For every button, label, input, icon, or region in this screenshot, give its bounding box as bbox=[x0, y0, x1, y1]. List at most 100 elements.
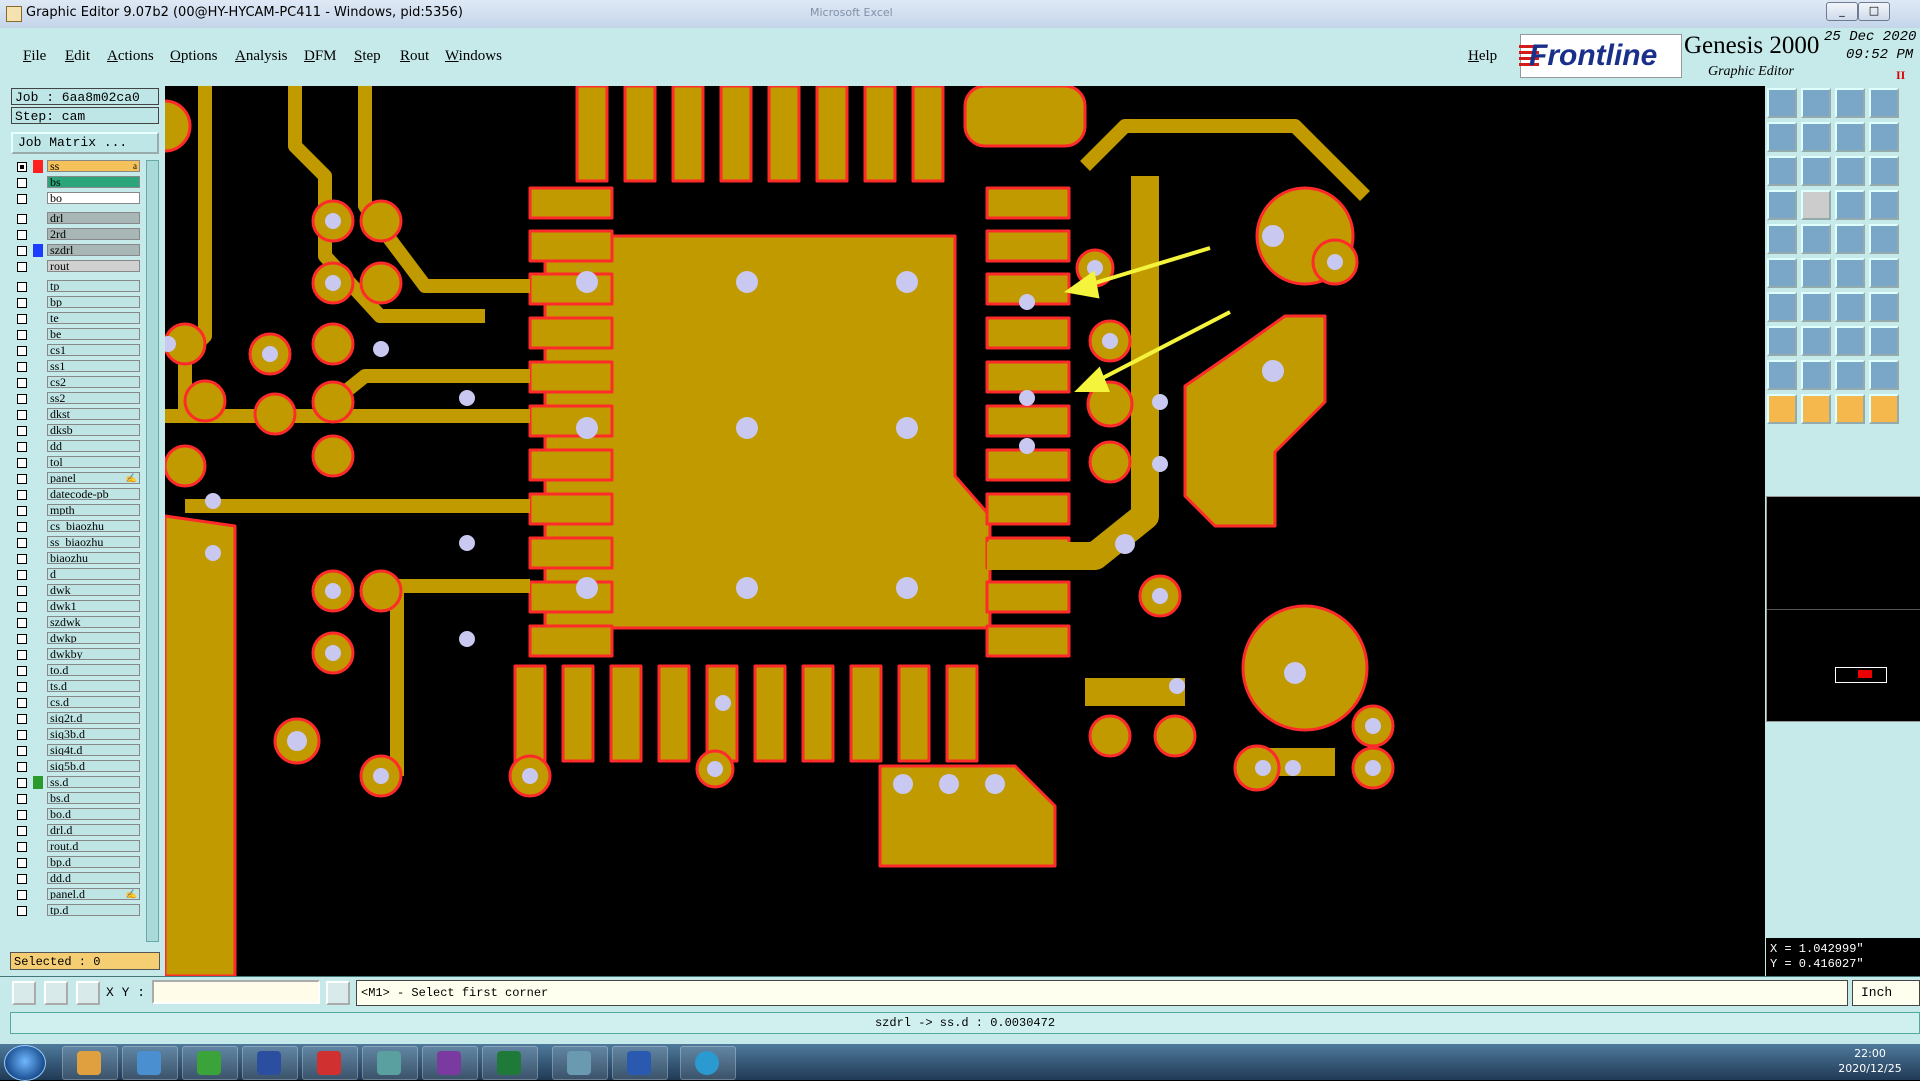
layer-row[interactable]: siq4t.d bbox=[11, 744, 140, 757]
layer-row[interactable]: panel ✍ bbox=[11, 472, 140, 485]
taskbar-app-red[interactable] bbox=[302, 1046, 358, 1080]
tool-node-icon[interactable] bbox=[1767, 258, 1797, 288]
layer-row[interactable]: dd.d bbox=[11, 872, 140, 885]
layer-row[interactable]: cs1 bbox=[11, 344, 140, 357]
layer-checkbox[interactable] bbox=[17, 618, 27, 628]
tool-netlist-icon[interactable] bbox=[1835, 190, 1865, 220]
layer-name[interactable]: ss.d bbox=[47, 776, 140, 788]
layer-name[interactable]: 2rd bbox=[47, 228, 140, 240]
tool-line-icon[interactable] bbox=[1835, 224, 1865, 254]
pcb-drawing[interactable] bbox=[165, 86, 1765, 976]
tool-page-icon[interactable] bbox=[1869, 88, 1899, 118]
layer-name[interactable]: rout bbox=[47, 260, 140, 272]
layer-checkbox[interactable] bbox=[17, 794, 27, 804]
taskbar-app-x[interactable] bbox=[422, 1046, 478, 1080]
layer-checkbox[interactable] bbox=[17, 586, 27, 596]
tool-triangle-alt-icon[interactable] bbox=[1835, 360, 1865, 390]
layer-name[interactable]: bp bbox=[47, 296, 140, 308]
taskbar-app-save[interactable] bbox=[242, 1046, 298, 1080]
layer-name[interactable]: siq3b.d bbox=[47, 728, 140, 740]
layer-name[interactable]: bp.d bbox=[47, 856, 140, 868]
layer-row[interactable]: tp.d bbox=[11, 904, 140, 917]
layer-row[interactable]: cs.d bbox=[11, 696, 140, 709]
layer-name[interactable]: ts.d bbox=[47, 680, 140, 692]
layer-checkbox[interactable] bbox=[17, 906, 27, 916]
layer-row[interactable]: drl bbox=[11, 212, 140, 225]
tool-align-icon[interactable] bbox=[1869, 292, 1899, 322]
tool-compare-icon[interactable] bbox=[1869, 190, 1899, 220]
layer-name[interactable]: be bbox=[47, 328, 140, 340]
layer-name[interactable]: ss a bbox=[47, 160, 140, 172]
layer-checkbox[interactable] bbox=[17, 746, 27, 756]
layer-row[interactable]: bs.d bbox=[11, 792, 140, 805]
layer-checkbox[interactable] bbox=[17, 362, 27, 372]
layer-name[interactable]: dwk bbox=[47, 584, 140, 596]
taskbar-app-green[interactable] bbox=[182, 1046, 238, 1080]
layer-row[interactable]: cs_biaozhu bbox=[11, 520, 140, 533]
layer-row[interactable]: dwkp bbox=[11, 632, 140, 645]
layer-row[interactable]: 2rd bbox=[11, 228, 140, 241]
maximize-button[interactable]: □ bbox=[1858, 2, 1890, 21]
layer-name[interactable]: cs2 bbox=[47, 376, 140, 388]
layer-name[interactable]: ss2 bbox=[47, 392, 140, 404]
layer-checkbox[interactable] bbox=[17, 314, 27, 324]
layer-row[interactable]: bo.d bbox=[11, 808, 140, 821]
layer-checkbox[interactable] bbox=[17, 778, 27, 788]
tool-zoom-1to2-icon[interactable] bbox=[1835, 156, 1865, 186]
layer-name[interactable]: dwkp bbox=[47, 632, 140, 644]
tool-shape-icon[interactable] bbox=[1801, 224, 1831, 254]
layer-checkbox[interactable] bbox=[17, 442, 27, 452]
layer-checkbox[interactable] bbox=[17, 506, 27, 516]
tool-select-box-icon[interactable] bbox=[1801, 394, 1831, 424]
layer-checkbox[interactable] bbox=[17, 214, 27, 224]
layer-name[interactable]: tp.d bbox=[47, 904, 140, 916]
layer-row[interactable]: cs2 bbox=[11, 376, 140, 389]
layer-name[interactable]: dwkby bbox=[47, 648, 140, 660]
layer-name[interactable]: ss1 bbox=[47, 360, 140, 372]
menu-step[interactable]: Step bbox=[354, 48, 381, 65]
layer-name[interactable]: ss_biaozhu bbox=[47, 536, 140, 548]
layer-name[interactable]: siq4t.d bbox=[47, 744, 140, 756]
layer-row[interactable]: ss2 bbox=[11, 392, 140, 405]
layer-row[interactable]: ss a bbox=[11, 160, 140, 173]
taskbar-app-camera[interactable] bbox=[552, 1046, 608, 1080]
mode-snap-icon[interactable] bbox=[12, 981, 36, 1005]
overview-minimap[interactable] bbox=[1766, 496, 1920, 722]
layer-name[interactable]: dksb bbox=[47, 424, 140, 436]
tool-dot-icon[interactable] bbox=[1869, 224, 1899, 254]
layer-checkbox[interactable] bbox=[17, 426, 27, 436]
layer-row[interactable]: biaozhu bbox=[11, 552, 140, 565]
layer-name[interactable]: rout.d bbox=[47, 840, 140, 852]
layer-name[interactable]: mpth bbox=[47, 504, 140, 516]
layer-row[interactable]: ss_biaozhu bbox=[11, 536, 140, 549]
layer-row[interactable]: rout.d bbox=[11, 840, 140, 853]
tool-cross-icon[interactable] bbox=[1801, 258, 1831, 288]
taskbar-app-genesis[interactable] bbox=[362, 1046, 418, 1080]
units-selector[interactable]: Inch bbox=[1852, 980, 1920, 1006]
tool-zoom-fit-icon[interactable] bbox=[1767, 156, 1797, 186]
mode-grid-icon[interactable] bbox=[76, 981, 100, 1005]
tool-measure-icon[interactable] bbox=[1767, 326, 1797, 356]
tool-draw-line-icon[interactable] bbox=[1801, 292, 1831, 322]
layer-checkbox[interactable] bbox=[17, 378, 27, 388]
layer-row[interactable]: dkst bbox=[11, 408, 140, 421]
layer-checkbox[interactable] bbox=[17, 330, 27, 340]
layer-checkbox[interactable] bbox=[17, 474, 27, 484]
layer-row[interactable]: to.d bbox=[11, 664, 140, 677]
tool-home-icon[interactable] bbox=[1835, 88, 1865, 118]
tool-swap-icon[interactable] bbox=[1835, 122, 1865, 152]
layer-name[interactable]: szdwk bbox=[47, 616, 140, 628]
layer-row[interactable]: bp bbox=[11, 296, 140, 309]
layer-checkbox[interactable] bbox=[17, 650, 27, 660]
layer-name[interactable]: cs.d bbox=[47, 696, 140, 708]
layer-row[interactable]: dwkby bbox=[11, 648, 140, 661]
layer-name[interactable]: siq5b.d bbox=[47, 760, 140, 772]
tool-help-icon[interactable] bbox=[1869, 156, 1899, 186]
layer-row[interactable]: szdwk bbox=[11, 616, 140, 629]
layer-name[interactable]: bs bbox=[47, 176, 140, 188]
layer-row[interactable]: siq2t.d bbox=[11, 712, 140, 725]
layer-name[interactable]: datecode-pb bbox=[47, 488, 140, 500]
layer-name[interactable]: biaozhu bbox=[47, 552, 140, 564]
layer-name[interactable]: dkst bbox=[47, 408, 140, 420]
layer-checkbox[interactable] bbox=[17, 570, 27, 580]
